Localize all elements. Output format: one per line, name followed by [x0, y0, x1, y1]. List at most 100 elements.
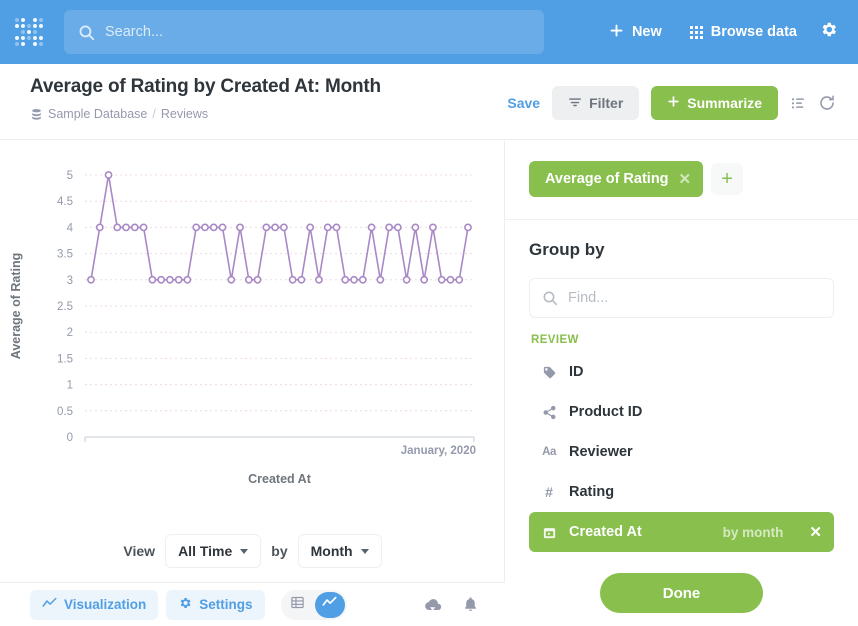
close-icon[interactable]: ✕ [679, 170, 692, 188]
aggregation-chip-average-of-rating[interactable]: Average of Rating ✕ [529, 161, 704, 197]
chart-data-point[interactable] [271, 223, 280, 232]
list-icon[interactable] [790, 95, 806, 111]
summarize-button[interactable]: Summarize [651, 86, 778, 120]
header-actions: Save Filter Summarize [507, 86, 858, 120]
chart-data-point[interactable] [87, 275, 95, 284]
group-by-bucket-label[interactable]: by month [723, 525, 784, 540]
chart-data-point[interactable] [464, 223, 472, 232]
page-title[interactable]: Average of Rating by Created At: Month [30, 76, 381, 98]
chart-data-point[interactable] [315, 275, 323, 284]
chart-data-point[interactable] [244, 275, 253, 284]
granularity-select[interactable]: Month [297, 534, 382, 568]
save-button[interactable]: Save [507, 95, 540, 111]
settings-button[interactable] [811, 0, 858, 64]
chart-data-point[interactable] [297, 275, 306, 284]
group-by-section: Group by Find... REVIEW ID Product ID Aa… [505, 220, 858, 560]
chart-data-point[interactable] [236, 223, 244, 232]
filter-button[interactable]: Filter [552, 86, 640, 120]
chart-data-point[interactable] [183, 275, 192, 284]
grid-icon [689, 25, 703, 39]
chart-data-point[interactable] [429, 223, 437, 232]
chart-data-point[interactable] [323, 223, 332, 232]
group-by-item-rating[interactable]: # Rating [529, 472, 834, 512]
chart-data-point[interactable] [139, 223, 148, 232]
chart-data-point[interactable] [209, 223, 218, 232]
group-by-item-reviewer[interactable]: Aa Reviewer [529, 432, 834, 472]
new-button-label: New [631, 24, 662, 40]
y-axis-tick-label: 1.5 [57, 353, 73, 365]
chart-data-point[interactable] [227, 275, 236, 284]
chevron-down-icon [360, 548, 369, 554]
chevron-down-icon [240, 548, 249, 554]
visualization-panel: 5 4.5 4 3.5 3 2.5 2 1.5 1 0.5 0 January, 2020 Averag… [0, 141, 505, 582]
done-button[interactable]: Done [600, 573, 763, 613]
line-chart-icon [42, 596, 57, 614]
chart-data-point[interactable] [455, 275, 464, 284]
text-icon: Aa [542, 446, 556, 458]
chart-data-point[interactable] [420, 275, 429, 284]
chart-data-point[interactable] [148, 275, 157, 284]
chart-data-point[interactable] [393, 223, 402, 232]
aggregation-section: Average of Rating ✕ + [505, 141, 858, 220]
close-icon[interactable]: ✕ [809, 523, 822, 541]
chart-data-point[interactable] [122, 223, 130, 232]
chart-data-point[interactable] [166, 275, 174, 284]
chart-data-point[interactable] [130, 223, 139, 232]
chart-data-point[interactable] [288, 275, 297, 284]
y-axis-tick-label: 0.5 [57, 406, 73, 418]
chart-data-point[interactable] [437, 275, 446, 284]
chart-data-point[interactable] [350, 275, 358, 284]
new-button[interactable]: New [595, 0, 676, 64]
chart-data-point[interactable] [279, 223, 288, 232]
top-nav-actions: New Browse data [595, 0, 858, 64]
group-by-item-product-id[interactable]: Product ID [529, 392, 834, 432]
granularity-value: Month [310, 543, 353, 559]
chart-data-point[interactable] [341, 275, 350, 284]
chart-data-point[interactable] [376, 275, 385, 284]
line-chart[interactable]: 5 4.5 4 3.5 3 2.5 2 1.5 1 0.5 0 January, 2020 Averag… [0, 141, 505, 520]
settings-button-bottom[interactable]: Settings [166, 589, 265, 620]
visualization-button[interactable]: Visualization [30, 589, 159, 620]
bell-icon[interactable] [462, 596, 479, 613]
chart-data-point[interactable] [104, 171, 113, 179]
download-icon[interactable] [423, 595, 442, 614]
browse-data-button[interactable]: Browse data [676, 0, 811, 64]
chart-data-point[interactable] [201, 223, 209, 232]
chart-data-point[interactable] [253, 275, 262, 284]
summarize-button-label: Summarize [687, 95, 762, 111]
y-axis-tick-label: 4 [67, 222, 74, 234]
chart-data-point[interactable] [358, 275, 367, 284]
chart-view-toggle[interactable] [314, 591, 345, 618]
group-by-item-id[interactable]: ID [529, 352, 834, 392]
y-axis-tick-label: 3 [67, 275, 73, 287]
add-aggregation-button[interactable]: + [711, 163, 744, 195]
chart-data-point[interactable] [174, 275, 183, 284]
breadcrumb: Sample Database / Reviews [30, 107, 208, 121]
filter-icon [568, 95, 582, 112]
chart-data-point[interactable] [367, 223, 376, 232]
chart-data-point[interactable] [385, 223, 393, 232]
y-axis-tick-label: 5 [67, 170, 73, 182]
metabase-logo-icon[interactable] [12, 15, 46, 49]
chart-data-point[interactable] [306, 223, 315, 232]
chart-data-point[interactable] [218, 223, 227, 232]
group-by-item-created-at[interactable]: Created At by month ✕ [529, 512, 834, 552]
search-input[interactable]: Search... [64, 10, 544, 54]
chart-data-point[interactable] [157, 275, 166, 284]
time-range-select[interactable]: All Time [165, 534, 262, 568]
breadcrumb-table[interactable]: Reviews [161, 107, 208, 121]
chart-data-point[interactable] [192, 223, 201, 232]
refresh-icon[interactable] [818, 94, 836, 112]
chart-data-point[interactable] [402, 275, 411, 284]
group-by-find-input[interactable]: Find... [529, 278, 834, 318]
y-axis-tick-label: 2.5 [57, 301, 73, 313]
chart-data-point[interactable] [113, 223, 122, 232]
breadcrumb-database[interactable]: Sample Database [48, 107, 147, 121]
table-view-toggle[interactable] [283, 592, 313, 618]
chart-data-point[interactable] [95, 223, 104, 232]
top-navigation-bar: Search... New Browse data [0, 0, 858, 64]
chart-data-point[interactable] [446, 275, 455, 284]
chart-data-point[interactable] [411, 223, 420, 232]
chart-data-point[interactable] [332, 223, 341, 232]
chart-data-point[interactable] [262, 223, 271, 232]
